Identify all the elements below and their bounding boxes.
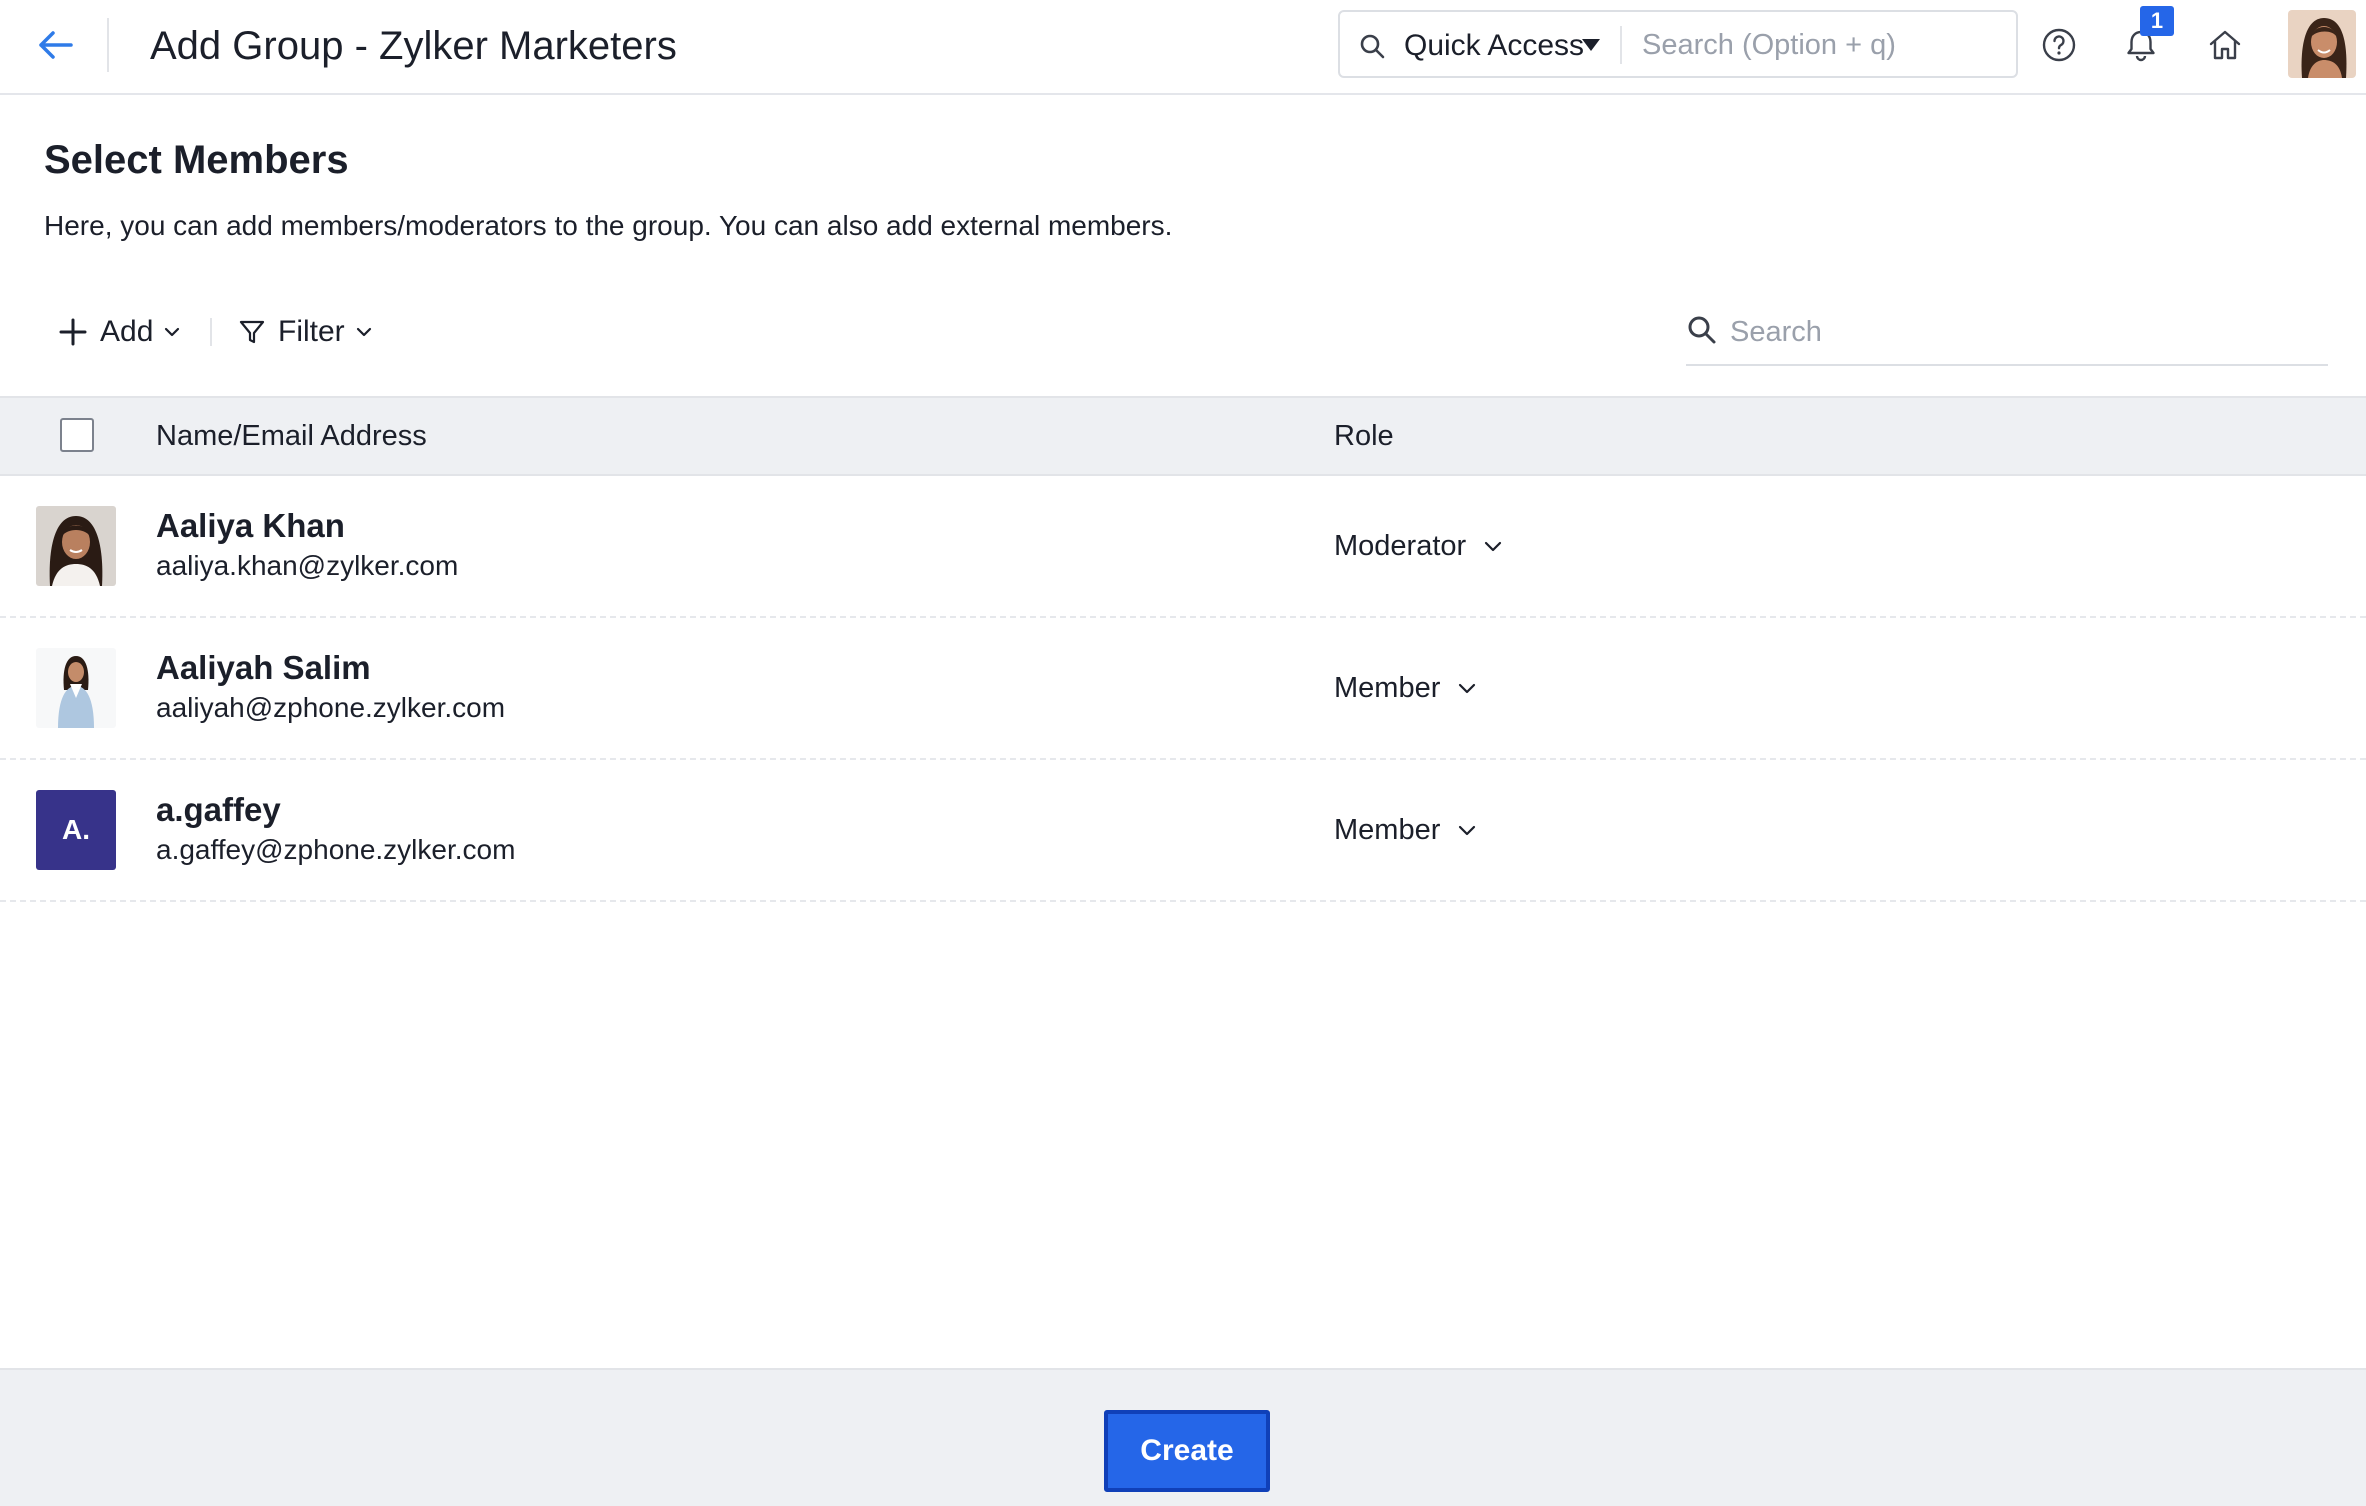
member-name: Aaliya Khan: [156, 507, 345, 544]
table-row[interactable]: Aaliyah Salim aaliyah@zphone.zylker.com …: [0, 618, 2366, 760]
user-photo-icon: [36, 506, 116, 586]
user-photo-icon: [2288, 10, 2356, 78]
member-email: aaliya.khan@zylker.com: [156, 550, 459, 581]
avatar: [36, 506, 116, 586]
chevron-down-icon: [356, 327, 371, 337]
chevron-down-icon: [165, 327, 180, 337]
chevron-down-icon: [1459, 825, 1476, 836]
section-title: Select Members: [44, 138, 349, 182]
role-value: Member: [1334, 813, 1441, 846]
home-icon: [2209, 30, 2241, 60]
help-icon: [2042, 28, 2076, 62]
chevron-down-icon: [1459, 683, 1476, 694]
home-button[interactable]: [2202, 22, 2248, 68]
add-members-button[interactable]: Add: [58, 308, 181, 356]
filter-button[interactable]: Filter: [238, 308, 373, 356]
member-email: aaliyah@zphone.zylker.com: [156, 692, 506, 723]
table-row[interactable]: Aaliya Khan aaliya.khan@zylker.com Moder…: [0, 476, 2366, 618]
caret-down-icon[interactable]: [1582, 39, 1600, 51]
avatar: [36, 648, 116, 728]
select-all-checkbox[interactable]: [60, 418, 94, 452]
column-header-name: Name/Email Address: [156, 420, 427, 452]
member-name: a.gaffey: [156, 791, 281, 828]
back-button[interactable]: [32, 22, 78, 68]
quick-access-search-box: Quick Access: [1338, 10, 2018, 78]
quick-access-separator: [1620, 26, 1622, 64]
member-search-input[interactable]: [1730, 310, 2310, 354]
help-button[interactable]: [2036, 22, 2082, 68]
user-photo-icon: [36, 648, 116, 728]
member-email: a.gaffey@zphone.zylker.com: [156, 834, 516, 865]
table-row[interactable]: A. a.gaffey a.gaffey@zphone.zylker.com M…: [0, 760, 2366, 902]
section-description: Here, you can add members/moderators to …: [44, 210, 1173, 241]
role-dropdown[interactable]: Member: [1334, 810, 1478, 850]
toolbar-divider: [210, 318, 212, 346]
column-header-role: Role: [1334, 420, 1394, 452]
filter-icon: [239, 320, 265, 344]
table-header: Name/Email Address Role: [0, 396, 2366, 476]
create-button[interactable]: Create: [1104, 1410, 1270, 1492]
page-title: Add Group - Zylker Marketers: [150, 24, 677, 68]
top-header: Add Group - Zylker Marketers Quick Acces…: [0, 0, 2366, 95]
global-search-input[interactable]: [1632, 22, 2002, 68]
search-icon: [1360, 34, 1385, 59]
header-divider: [107, 18, 109, 72]
add-label: Add: [100, 315, 154, 348]
member-search: [1686, 304, 2328, 366]
role-value: Member: [1334, 671, 1441, 704]
role-dropdown[interactable]: Member: [1334, 668, 1478, 708]
role-value: Moderator: [1334, 529, 1467, 562]
footer-bar: Create: [0, 1368, 2366, 1506]
quick-access-dropdown[interactable]: Quick Access: [1404, 28, 1584, 64]
profile-avatar[interactable]: [2288, 10, 2356, 78]
search-icon: [1688, 316, 1716, 344]
plus-icon: [59, 318, 87, 346]
avatar: A.: [36, 790, 116, 870]
role-dropdown[interactable]: Moderator: [1334, 526, 1504, 566]
back-arrow-icon: [39, 31, 73, 59]
member-name: Aaliyah Salim: [156, 649, 371, 686]
notification-badge: 1: [2140, 6, 2174, 36]
filter-label: Filter: [278, 315, 345, 348]
chevron-down-icon: [1485, 541, 1502, 552]
